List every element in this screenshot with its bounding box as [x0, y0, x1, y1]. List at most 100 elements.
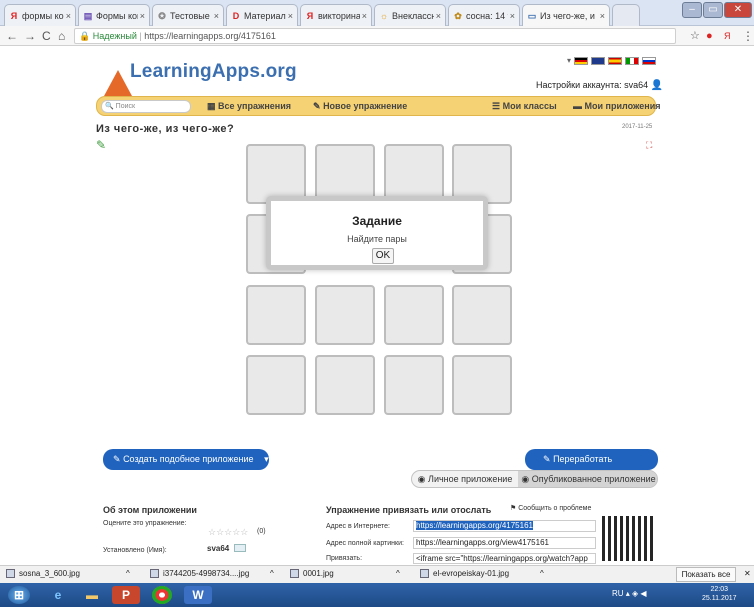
memory-card[interactable] [452, 355, 512, 415]
yandex-icon[interactable]: Я [724, 29, 731, 43]
close-icon[interactable]: ✕ [744, 569, 751, 578]
download-filename: i3744205-4998734....jpg [163, 569, 250, 578]
ok-button[interactable]: OK [372, 248, 394, 264]
nav-all-exercises[interactable]: ▦ Все упражнения [207, 101, 291, 112]
nav-label: Новое упражнение [323, 101, 408, 111]
browser-tab[interactable]: Явикторина за× [300, 4, 372, 26]
memory-card[interactable] [246, 285, 306, 345]
home-icon[interactable]: ⌂ [58, 29, 65, 43]
url-field[interactable]: 🔒 Надежный | https://learningapps.org/41… [74, 28, 676, 44]
flag-ru-icon[interactable] [642, 56, 657, 65]
close-icon[interactable]: × [600, 11, 605, 21]
lock-icon: 🔒 [79, 31, 91, 41]
account-settings-link[interactable]: Настройки аккаунта: sva64 👤 [536, 80, 663, 91]
memory-card[interactable] [315, 144, 375, 204]
close-window-button[interactable]: ✕ [724, 2, 752, 18]
browser-tab[interactable]: ✿ сосна: 14 тыс× [448, 4, 520, 26]
rating-stars[interactable]: ☆☆☆☆☆ [208, 527, 248, 538]
memory-card[interactable] [246, 355, 306, 415]
chevron-up-icon[interactable]: ^ [396, 569, 400, 578]
menu-icon[interactable]: ⋮ [742, 29, 754, 43]
memory-card[interactable] [246, 144, 306, 204]
qr-code[interactable] [602, 516, 654, 561]
language-indicator[interactable]: RU [612, 589, 624, 598]
memory-card[interactable] [384, 285, 444, 345]
word-icon[interactable]: W [184, 586, 212, 604]
report-problem-link[interactable]: ⚑ Сообщить о проблеме [510, 504, 591, 512]
powerpoint-icon[interactable]: P [112, 586, 140, 604]
close-icon[interactable]: × [510, 11, 515, 21]
create-similar-button[interactable]: ✎ Создать подобное приложение ▾ [103, 449, 269, 470]
browser-tab[interactable]: ☼Внеклассно× [374, 4, 446, 26]
chevron-up-icon[interactable]: ^ [270, 569, 274, 578]
back-icon[interactable]: ← [6, 29, 18, 43]
memory-card[interactable] [315, 355, 375, 415]
nav-my-apps[interactable]: ▬ Мои приложения [573, 101, 660, 111]
adblock-icon[interactable]: ● [706, 29, 713, 43]
clock[interactable]: 22:03 25.11.2017 [702, 585, 737, 603]
rework-exercise-button[interactable]: ✎ Переработать упражнение [525, 449, 658, 485]
chevron-up-icon[interactable]: ^ [540, 569, 544, 578]
browser-tab-active[interactable]: ▭ Из чего-же, и × [522, 4, 610, 27]
learningapps-icon: ▭ [527, 11, 537, 21]
ie-icon[interactable]: e [44, 586, 72, 604]
memory-card[interactable] [452, 144, 512, 204]
start-button[interactable]: ⊞ [8, 586, 30, 604]
close-icon[interactable]: × [288, 11, 293, 21]
explorer-icon[interactable]: ▬ [78, 586, 106, 604]
close-icon[interactable]: × [140, 11, 145, 21]
volume-icon[interactable]: ◀ [640, 589, 646, 598]
show-all-button[interactable]: Показать все [676, 567, 736, 582]
close-icon[interactable]: × [214, 11, 219, 21]
site-logo[interactable]: LearningApps.org [130, 61, 297, 83]
forward-icon[interactable]: → [24, 29, 36, 43]
flag-de-icon[interactable] [574, 56, 589, 65]
memory-card[interactable] [452, 285, 512, 345]
close-icon[interactable]: × [362, 11, 367, 21]
tab-private-app[interactable]: ◉ Личное приложение [412, 471, 518, 487]
flag-es-icon[interactable] [608, 56, 623, 65]
chrome-icon[interactable] [152, 586, 172, 604]
eye-icon: ◉ [417, 474, 426, 484]
chevron-up-icon[interactable]: ^ [126, 569, 130, 578]
search-input[interactable]: 🔍 Поиск [101, 100, 191, 113]
download-item[interactable]: el-evropeiskay-01.jpg [420, 569, 509, 579]
nav-new-exercise[interactable]: ✎ Новое упражнение [313, 101, 407, 112]
reload-icon[interactable]: C [42, 29, 51, 43]
internet-address-label: Адрес в Интернете: [326, 523, 390, 530]
fullscreen-icon[interactable]: ⛶ [646, 140, 652, 151]
minimize-button[interactable]: – [682, 2, 702, 18]
star-icon[interactable]: ☆ [690, 29, 700, 43]
chevron-down-icon[interactable]: ▾ [264, 454, 269, 464]
browser-tab[interactable]: ✪ Тестовые за× [152, 4, 224, 26]
network-icon[interactable]: ◈ [632, 589, 638, 598]
memory-card[interactable] [384, 144, 444, 204]
mail-icon[interactable] [234, 544, 246, 552]
browser-tab[interactable]: D Материал на× [226, 4, 298, 26]
memory-card[interactable] [384, 355, 444, 415]
nav-my-classes[interactable]: ☰ Мои классы [492, 101, 557, 112]
maximize-button[interactable]: ▭ [703, 2, 723, 18]
flag-it-icon[interactable] [625, 56, 640, 65]
page-title: Из чего-же, из чего-же? [96, 123, 235, 135]
close-icon[interactable]: × [66, 11, 71, 21]
tab-title: формы конт [22, 10, 64, 21]
download-item[interactable]: i3744205-4998734....jpg [150, 569, 250, 579]
account-label: Настройки аккаунта: sva64 [536, 80, 649, 90]
download-item[interactable]: sosna_3_600.jpg [6, 569, 80, 579]
dropdown-icon[interactable]: ▾ [567, 56, 571, 65]
flag-en-icon[interactable] [591, 56, 606, 65]
new-tab-button[interactable] [612, 4, 640, 26]
browser-tab[interactable]: Яформы конт× [4, 4, 76, 26]
memory-card[interactable] [315, 285, 375, 345]
internet-address-field[interactable]: https://learningapps.org/4175161 [413, 520, 596, 532]
download-item[interactable]: 0001.jpg [290, 569, 334, 579]
edit-icon[interactable]: ✎ [96, 138, 106, 152]
tab-published-app[interactable]: ◉ Опубликованное приложение [518, 471, 657, 487]
pencil-icon: ✎ [543, 454, 551, 464]
image-address-field[interactable]: https://learningapps.org/view4175161 [413, 537, 596, 549]
close-icon[interactable]: × [436, 11, 441, 21]
forms-icon: ▤ [83, 10, 93, 21]
browser-tab[interactable]: ▤Формы конт× [78, 4, 150, 26]
embed-code-field[interactable]: <iframe src="https://learningapps.org/wa… [413, 553, 596, 564]
